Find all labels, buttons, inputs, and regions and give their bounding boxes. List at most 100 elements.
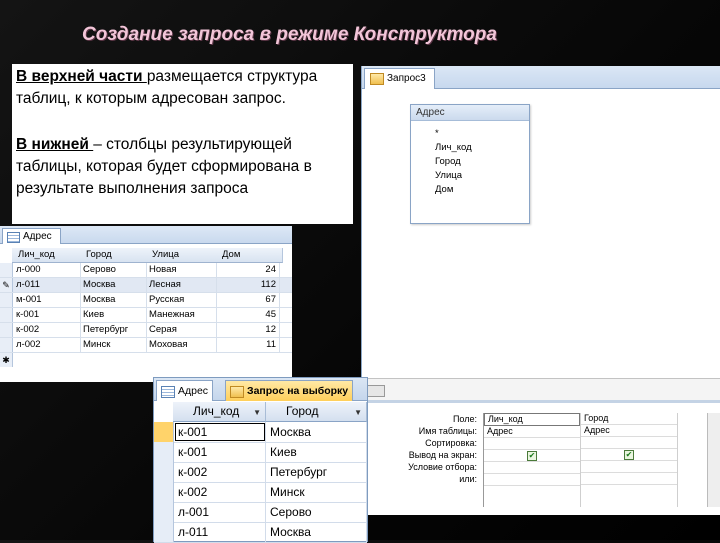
table-cell[interactable]: л-011 xyxy=(174,522,266,542)
table-cell[interactable]: Серово xyxy=(80,263,147,277)
table-cell[interactable]: 12 xyxy=(216,323,280,337)
show-checkbox[interactable]: ✔ xyxy=(624,450,634,460)
table-cell[interactable]: л-000 xyxy=(13,263,81,277)
table-cell[interactable]: Петербург xyxy=(266,462,367,482)
column-header[interactable]: Город xyxy=(80,248,147,263)
column-header[interactable]: Лич_код xyxy=(12,248,81,263)
table-cell[interactable]: л-001 xyxy=(174,502,266,522)
table-cell[interactable]: Петербург xyxy=(80,323,147,337)
table-row[interactable]: л-001 Серово xyxy=(154,502,367,523)
field-list-item[interactable]: Улица xyxy=(411,169,529,183)
field-list-item[interactable]: Лич_код xyxy=(411,141,529,155)
table-cell[interactable]: 45 xyxy=(216,308,280,322)
table-new-row[interactable]: ✱ xyxy=(0,353,292,367)
grid-field-cell[interactable]: Лич_код xyxy=(484,413,580,426)
table-cell[interactable]: 112 xyxy=(216,278,280,292)
scroll-left-button[interactable] xyxy=(365,385,385,397)
grid-criteria-cell[interactable] xyxy=(484,462,580,474)
column-header[interactable]: Город ▼ xyxy=(266,402,367,422)
tab-select-query[interactable]: Запрос на выборку xyxy=(225,380,354,401)
table-cell[interactable]: Минск xyxy=(266,482,367,502)
table-row[interactable]: к-001 Киев xyxy=(154,442,367,463)
record-selector[interactable] xyxy=(154,522,174,542)
column-header[interactable]: Лич_код ▼ xyxy=(173,402,266,422)
field-list-title[interactable]: Адрес xyxy=(411,105,529,121)
table-cell[interactable]: Новая xyxy=(146,263,217,277)
table-cell[interactable]: Манежная xyxy=(146,308,217,322)
chevron-down-icon[interactable]: ▼ xyxy=(354,403,362,422)
record-selector[interactable] xyxy=(154,442,174,462)
field-list-item[interactable]: Дом xyxy=(411,183,529,197)
tab-query3[interactable]: Запрос3 xyxy=(364,68,435,89)
table-cell[interactable]: Серая xyxy=(146,323,217,337)
show-checkbox[interactable]: ✔ xyxy=(527,451,537,461)
table-cell[interactable]: к-002 xyxy=(13,323,81,337)
table-cell[interactable]: м-001 xyxy=(13,293,81,307)
record-selector[interactable]: ✎ xyxy=(0,278,13,292)
table-row[interactable]: к-002 Петербург Серая 12 xyxy=(0,323,292,338)
table-row[interactable]: к-002 Минск xyxy=(154,482,367,503)
table-cell[interactable]: Минск xyxy=(80,338,147,352)
table-row[interactable]: л-002 Минск Моховая 11 xyxy=(0,338,292,353)
field-list-address[interactable]: Адрес * Лич_код Город Улица Дом xyxy=(410,104,530,224)
designer-tabstrip: Запрос3 xyxy=(362,66,720,89)
grid-or-cell[interactable] xyxy=(581,473,677,485)
table-row[interactable]: к-001 Москва xyxy=(154,422,367,443)
grid-sort-cell[interactable] xyxy=(581,437,677,449)
table-row[interactable]: к-001 Киев Манежная 45 xyxy=(0,308,292,323)
table-row[interactable]: к-002 Петербург xyxy=(154,462,367,483)
tab-address-table[interactable]: Адрес xyxy=(2,228,61,244)
table-row[interactable]: л-000 Серово Новая 24 xyxy=(0,263,292,278)
grid-column-1: Лич_код Адрес ✔ xyxy=(484,413,581,507)
column-header[interactable]: Улица xyxy=(146,248,217,263)
record-selector[interactable] xyxy=(154,482,174,502)
record-selector[interactable] xyxy=(0,323,13,337)
table-cell[interactable]: Москва xyxy=(266,422,367,442)
grid-sort-cell[interactable] xyxy=(484,438,580,450)
table-cell[interactable]: к-001 xyxy=(13,308,81,322)
table-cell[interactable]: Киев xyxy=(80,308,147,322)
table-cell[interactable]: 67 xyxy=(216,293,280,307)
record-selector[interactable] xyxy=(0,308,13,322)
table-cell[interactable]: Моховая xyxy=(146,338,217,352)
paragraph-bottom-lead: В нижней xyxy=(16,136,94,153)
table-cell[interactable]: Москва xyxy=(80,293,147,307)
table-cell[interactable]: л-002 xyxy=(13,338,81,352)
table-cell[interactable]: Лесная xyxy=(146,278,217,292)
tab-address-label: Адрес xyxy=(178,385,209,397)
table-cell[interactable]: к-001 xyxy=(174,442,266,462)
tab-address[interactable]: Адрес xyxy=(156,380,214,401)
grid-field-cell[interactable]: Город xyxy=(581,413,677,425)
chevron-down-icon[interactable]: ▼ xyxy=(253,403,261,422)
table-row[interactable]: м-001 Москва Русская 67 xyxy=(0,293,292,308)
table-cell[interactable]: Киев xyxy=(266,442,367,462)
table-cell[interactable]: л-011 xyxy=(13,278,81,292)
table-cell[interactable]: 11 xyxy=(216,338,280,352)
grid-criteria-cell[interactable] xyxy=(581,461,677,473)
column-header[interactable]: Дом xyxy=(216,248,283,263)
horizontal-scrollbar[interactable] xyxy=(362,378,720,401)
table-cell[interactable]: к-002 xyxy=(174,482,266,502)
table-cell[interactable]: к-001 xyxy=(174,422,266,442)
record-selector[interactable] xyxy=(0,293,13,307)
field-list-item[interactable]: Город xyxy=(411,155,529,169)
record-selector[interactable] xyxy=(154,422,174,442)
table-cell[interactable]: Москва xyxy=(266,522,367,542)
query-result-datasheet: Адрес Запрос на выборку Лич_код ▼ Город … xyxy=(153,377,368,543)
grid-vertical-scrollbar[interactable] xyxy=(707,413,720,507)
record-selector[interactable] xyxy=(0,338,13,352)
grid-table-cell[interactable]: Адрес xyxy=(581,425,677,437)
table-cell[interactable]: Русская xyxy=(146,293,217,307)
table-cell[interactable]: к-002 xyxy=(174,462,266,482)
record-selector[interactable] xyxy=(0,263,13,277)
table-cell[interactable]: 24 xyxy=(216,263,280,277)
record-selector[interactable] xyxy=(154,502,174,522)
field-list-item[interactable]: * xyxy=(411,127,529,141)
table-row[interactable]: ✎ л-011 Москва Лесная 112 xyxy=(0,278,292,293)
grid-or-cell[interactable] xyxy=(484,474,580,486)
grid-table-cell[interactable]: Адрес xyxy=(484,426,580,438)
record-selector[interactable] xyxy=(154,462,174,482)
table-cell[interactable]: Серово xyxy=(266,502,367,522)
table-cell[interactable]: Москва xyxy=(80,278,147,292)
new-record-selector[interactable]: ✱ xyxy=(0,353,13,367)
